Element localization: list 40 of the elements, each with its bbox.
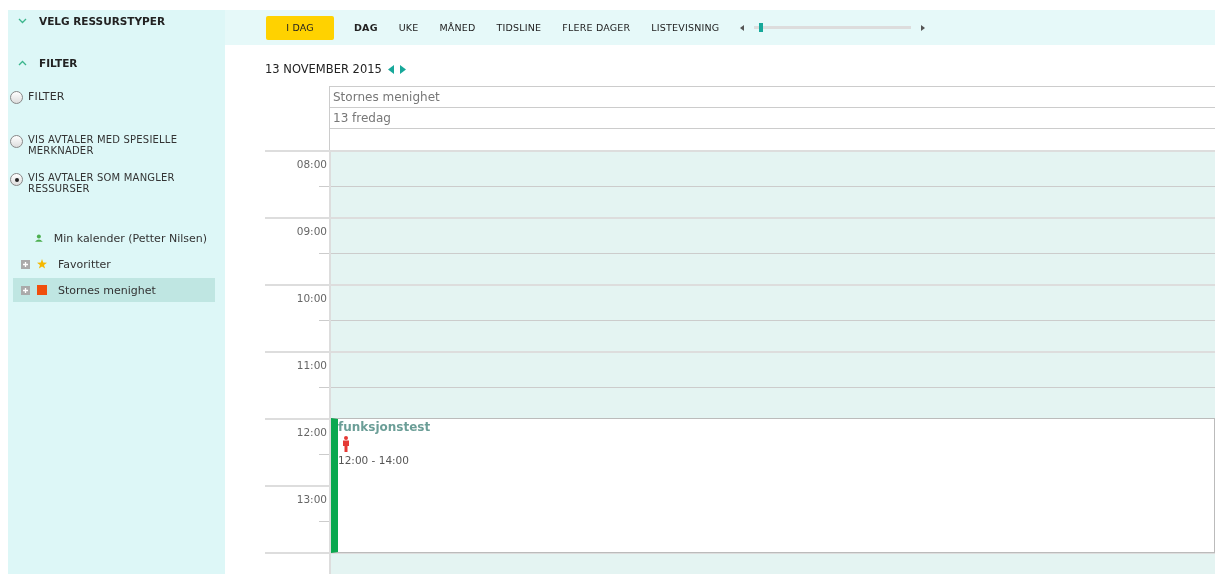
radio-button[interactable] [10,91,23,104]
hour-label: 08:00 [296,158,327,170]
section-header[interactable]: VELG RESSURSTYPER [8,10,176,32]
view-tab[interactable]: FLERE DAGER [562,22,631,33]
hour-label: 12:00 [296,426,327,438]
chevron-down-icon [18,18,27,24]
view-tab[interactable]: TIDSLINE [496,22,542,33]
filter-radio[interactable]: VIS AVTALER SOM MANGLER RESSURSER [8,172,198,194]
chevron-up-icon [18,60,27,66]
view-tab[interactable]: UKE [398,22,419,33]
expand-icon[interactable] [21,285,30,295]
calendar-event[interactable]: funksjonstest 12:00 - 14:00 [331,418,1215,553]
resource-header: Stornes menighet [329,86,1215,107]
filter-radio[interactable]: FILTER [8,90,198,104]
radio-button[interactable] [10,173,23,186]
hour-label: 11:00 [296,359,327,371]
view-tab[interactable]: DAG [354,22,378,33]
hour-label: 09:00 [296,225,327,237]
view-tab[interactable]: LISTEVISNING [651,22,720,33]
view-tab[interactable]: MÅNED [439,22,476,33]
calendar-item[interactable]: Favoritter [13,252,215,276]
expand-icon[interactable] [21,259,30,269]
filter-radio[interactable]: VIS AVTALER MED SPESIELLE MERKNADER [8,134,198,156]
person-icon [342,436,350,452]
hour-label: 10:00 [296,292,327,304]
next-icon[interactable] [399,64,406,74]
previous-icon[interactable] [387,64,394,74]
radio-button[interactable] [10,135,23,148]
calendar-item[interactable]: Min kalender (Petter Nilsen) [13,226,215,250]
event-time: 12:00 - 14:00 [338,454,410,466]
event-title: funksjonstest [338,420,432,434]
calendar-item[interactable]: Stornes menighet [13,278,215,302]
today-button[interactable]: I DAG [266,15,334,40]
section-header[interactable]: FILTER [8,52,88,74]
zoom-in-icon [920,24,926,31]
hour-label: 13:00 [296,493,327,505]
day-header: 13 fredag [329,107,1215,128]
slider-thumb[interactable] [759,23,764,32]
date-title: 13 NOVEMBER 2015 [265,62,382,76]
zoom-out-icon [740,24,746,31]
